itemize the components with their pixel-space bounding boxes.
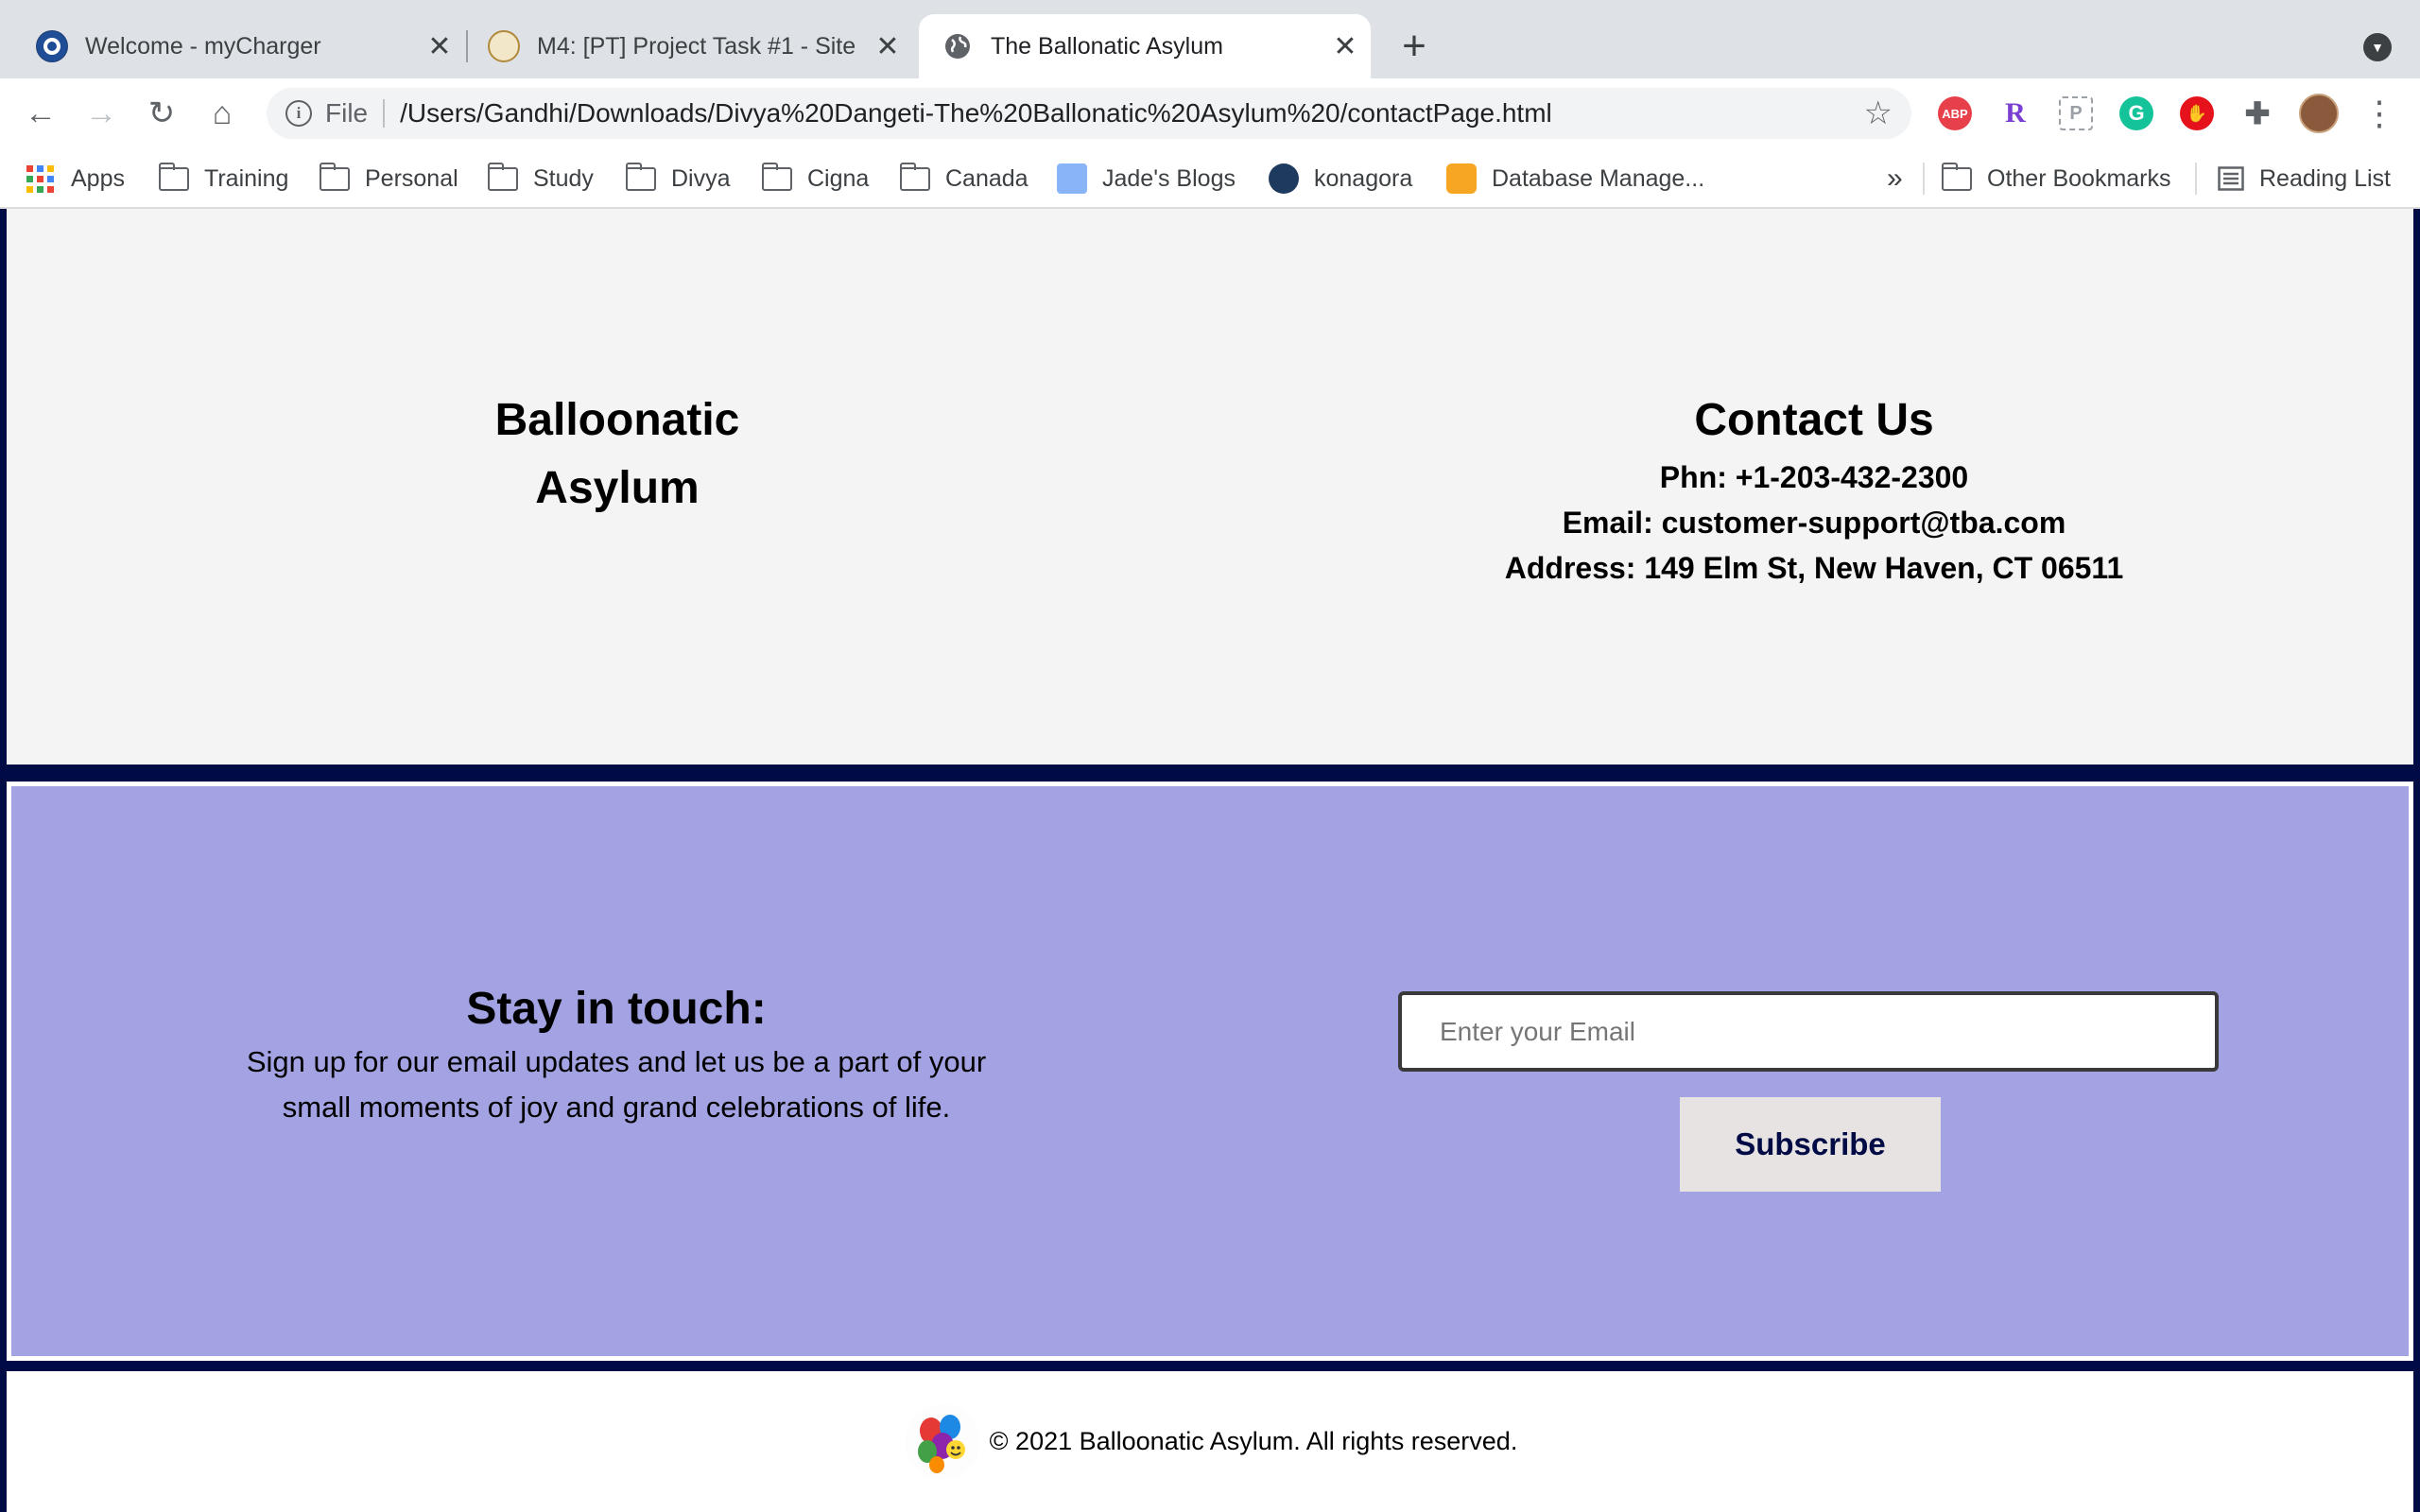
tab-title: The Ballonatic Asylum bbox=[991, 32, 1223, 60]
stay-in-touch-text: Sign up for our email updates and let us… bbox=[246, 1045, 987, 1124]
bookmarks-bar: Apps Training Personal Study Divya Cigna… bbox=[0, 148, 2420, 209]
address-url[interactable]: /Users/Gandhi/Downloads/Divya%20Dangeti-… bbox=[400, 98, 1552, 129]
contact-address: Address: 149 Elm St, New Haven, CT 06511 bbox=[1504, 551, 2124, 585]
adblock-hand-icon[interactable]: ✋ bbox=[2180, 96, 2214, 130]
bookmark-training[interactable]: Training bbox=[158, 162, 289, 196]
new-tab-button[interactable]: + bbox=[1395, 25, 1433, 68]
profile-avatar[interactable] bbox=[2299, 94, 2339, 133]
page-footer: © 2021 Balloonatic Asylum. All rights re… bbox=[7, 1371, 2413, 1512]
adblock-plus-icon[interactable]: ABP bbox=[1938, 96, 1972, 130]
bookmark-canada[interactable]: Canada bbox=[899, 162, 1028, 196]
info-icon[interactable]: i bbox=[285, 100, 312, 127]
tab-title: M4: [PT] Project Task #1 - Site bbox=[537, 32, 856, 60]
contact-email: Email: customer-support@tba.com bbox=[1562, 506, 2066, 540]
newsletter-panel: Stay in touch: Sign up for our email upd… bbox=[11, 786, 2409, 1356]
bookmark-database-manage[interactable]: Database Manage... bbox=[1446, 162, 1704, 196]
database-icon bbox=[1446, 163, 1477, 194]
bookmark-label: konagora bbox=[1314, 164, 1413, 192]
reading-list-button[interactable]: Reading List bbox=[2218, 162, 2391, 196]
back-arrow-icon[interactable]: ← bbox=[21, 94, 60, 133]
bookmark-konagora[interactable]: konagora bbox=[1269, 162, 1412, 196]
grammarly-icon[interactable]: G bbox=[2119, 96, 2153, 130]
page-viewport: Balloonatic Asylum Contact Us Phn: +1-20… bbox=[0, 209, 2420, 1512]
university-seal-icon bbox=[488, 30, 520, 62]
contact-info: Contact Us Phn: +1-203-432-2300 Email: c… bbox=[1228, 387, 2400, 591]
bookmarks-divider bbox=[2195, 163, 2197, 195]
address-bar[interactable]: i File /Users/Gandhi/Downloads/Divya%20D… bbox=[267, 88, 1911, 139]
browser-toolbar: ← → ↻ ⌂ i File /Users/Gandhi/Downloads/D… bbox=[0, 78, 2420, 148]
balloon-logo-icon bbox=[903, 1402, 982, 1482]
subscribe-button[interactable]: Subscribe bbox=[1680, 1097, 1941, 1192]
close-tab-icon[interactable]: ✕ bbox=[872, 30, 904, 62]
folder-icon bbox=[761, 162, 792, 191]
contact-phone: Phn: +1-203-432-2300 bbox=[1659, 460, 1969, 494]
copyright-text: © 2021 Balloonatic Asylum. All rights re… bbox=[989, 1427, 1518, 1455]
bookmark-label: Study bbox=[533, 164, 594, 192]
blog-icon bbox=[1057, 163, 1087, 194]
bookmark-label: Jade's Blogs bbox=[1102, 164, 1236, 192]
bookmark-label: Divya bbox=[671, 164, 731, 192]
close-tab-icon[interactable]: ✕ bbox=[424, 30, 456, 62]
tab-strip: Welcome - myCharger ✕ M4: [PT] Project T… bbox=[0, 0, 2420, 78]
bookmark-star-icon[interactable]: ☆ bbox=[1864, 94, 1893, 132]
newsletter-section: Stay in touch: Sign up for our email upd… bbox=[7, 782, 2413, 1361]
folder-icon bbox=[487, 162, 518, 191]
bookmark-label: Reading List bbox=[2259, 164, 2391, 192]
brand-name: Balloonatic Asylum bbox=[7, 387, 1228, 523]
tab-mycharger[interactable]: Welcome - myCharger ✕ bbox=[0, 14, 465, 78]
bookmark-label: Other Bookmarks bbox=[1987, 164, 2171, 192]
brand-line-2: Asylum bbox=[535, 463, 700, 513]
bookmark-cigna[interactable]: Cigna bbox=[761, 162, 870, 196]
tab-project-task[interactable]: M4: [PT] Project Task #1 - Site ✕ bbox=[452, 14, 913, 78]
close-tab-icon[interactable]: ✕ bbox=[1329, 30, 1361, 62]
brand-line-1: Balloonatic bbox=[494, 395, 740, 445]
reading-list-icon bbox=[2218, 166, 2244, 191]
extensions-puzzle-icon[interactable]: ✚ bbox=[2240, 96, 2274, 130]
bookmark-personal[interactable]: Personal bbox=[319, 162, 458, 196]
email-input[interactable] bbox=[1398, 991, 2219, 1072]
bookmark-label: Apps bbox=[71, 164, 125, 192]
bookmark-apps[interactable]: Apps bbox=[26, 162, 125, 196]
folder-icon bbox=[1941, 162, 1972, 191]
folder-icon bbox=[158, 162, 189, 191]
home-icon[interactable]: ⌂ bbox=[202, 94, 242, 133]
bookmark-jades-blogs[interactable]: Jade's Blogs bbox=[1057, 162, 1236, 196]
reload-icon[interactable]: ↻ bbox=[142, 94, 182, 133]
contact-heading: Contact Us bbox=[1694, 395, 1934, 445]
stay-in-touch-heading: Stay in touch: bbox=[466, 984, 767, 1034]
folder-icon bbox=[625, 162, 656, 191]
folder-icon bbox=[899, 162, 930, 191]
bookmark-label: Training bbox=[204, 164, 289, 192]
stay-in-touch: Stay in touch: Sign up for our email upd… bbox=[11, 979, 1221, 1130]
bookmarks-overflow-button[interactable]: » bbox=[1887, 162, 1903, 196]
p-extension-icon[interactable]: P bbox=[2059, 96, 2093, 130]
globe-icon bbox=[942, 30, 974, 62]
konagora-icon bbox=[1269, 163, 1299, 194]
forward-arrow-icon[interactable]: → bbox=[81, 94, 121, 133]
bookmark-study[interactable]: Study bbox=[487, 162, 594, 196]
address-divider bbox=[383, 99, 386, 128]
apps-grid-icon bbox=[26, 164, 54, 193]
folder-icon bbox=[319, 162, 350, 191]
bookmark-label: Cigna bbox=[807, 164, 870, 192]
address-scheme: File bbox=[325, 98, 369, 128]
tab-title: Welcome - myCharger bbox=[85, 32, 321, 60]
contact-section: Balloonatic Asylum Contact Us Phn: +1-20… bbox=[7, 209, 2413, 765]
more-menu-icon[interactable]: ⋮ bbox=[2360, 94, 2399, 133]
bookmark-label: Canada bbox=[945, 164, 1028, 192]
bookmark-label: Database Manage... bbox=[1492, 164, 1705, 192]
bookmark-other-bookmarks[interactable]: Other Bookmarks bbox=[1941, 162, 2171, 196]
bookmark-label: Personal bbox=[365, 164, 458, 192]
bookmark-divya[interactable]: Divya bbox=[625, 162, 731, 196]
bookmarks-divider bbox=[1923, 163, 1925, 195]
r-extension-icon[interactable]: R bbox=[1998, 96, 2032, 130]
tab-ballonatic-asylum[interactable]: The Ballonatic Asylum ✕ bbox=[919, 14, 1371, 78]
tab-search-icon[interactable]: ▼ bbox=[2363, 33, 2392, 61]
mycharger-favicon-icon bbox=[36, 30, 68, 62]
